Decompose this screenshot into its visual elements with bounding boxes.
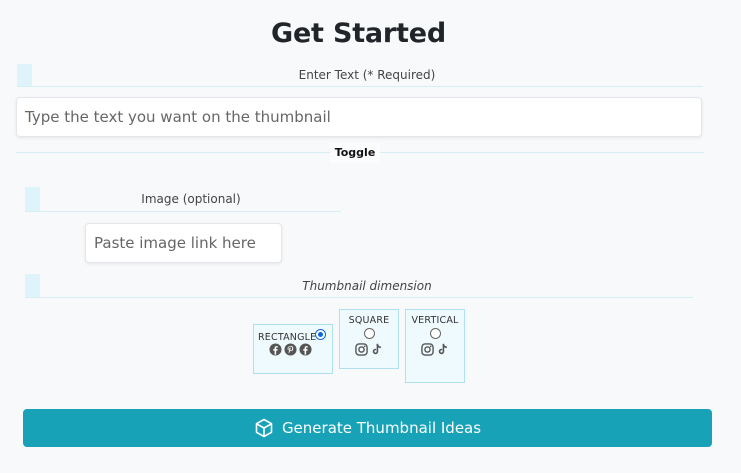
section-divider (17, 86, 703, 87)
square-platform-icons (355, 343, 383, 356)
image-link-input[interactable]: Paste image link here (85, 223, 282, 263)
facebook-icon (269, 343, 282, 356)
cube-icon (255, 418, 273, 438)
instagram-icon (355, 343, 368, 356)
thumbnail-text-input[interactable]: Type the text you want on the thumbnail (16, 97, 702, 137)
tiktok-icon (438, 343, 448, 355)
generate-button-label: Generate Thumbnail Ideas (281, 419, 482, 437)
dimension-option-square[interactable]: SQUARE (339, 309, 399, 369)
dimension-option-rectangle[interactable]: RECTANGLE (253, 324, 333, 374)
toggle-button[interactable]: Toggle (330, 143, 380, 163)
dimension-option-vertical[interactable]: VERTICAL (405, 309, 465, 383)
vertical-radio[interactable] (430, 328, 441, 339)
vertical-platform-icons (421, 343, 449, 356)
page-title: Get Started (270, 18, 446, 49)
facebook-icon (299, 343, 312, 356)
instagram-icon (421, 343, 434, 356)
square-radio[interactable] (364, 328, 375, 339)
dimension-option-label: VERTICAL (411, 315, 459, 326)
pinterest-icon (284, 343, 297, 356)
rectangle-platform-icons (269, 343, 312, 356)
dimension-option-label: SQUARE (348, 315, 390, 326)
image-field-label: Image (optional) (141, 192, 241, 206)
text-field-label: Enter Text (* Required) (298, 68, 436, 82)
section-divider (25, 211, 341, 212)
rectangle-radio[interactable] (315, 329, 326, 340)
section-divider (25, 297, 693, 298)
dimension-label: Thumbnail dimension (302, 279, 432, 293)
dimension-option-label: RECTANGLE (258, 332, 317, 343)
section-accent (25, 187, 40, 211)
generate-thumbnail-ideas-button[interactable]: Generate Thumbnail Ideas (23, 409, 712, 447)
section-accent (25, 274, 40, 298)
tiktok-icon (372, 343, 382, 355)
